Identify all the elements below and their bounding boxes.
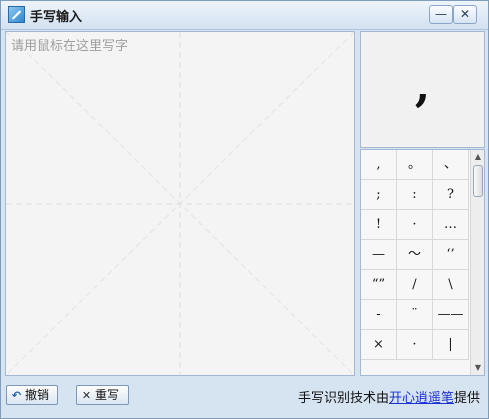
rewrite-label: 重写 bbox=[95, 388, 120, 402]
scroll-thumb[interactable] bbox=[473, 165, 483, 197]
candidate-cell[interactable]: —— bbox=[433, 300, 469, 330]
candidate-cell[interactable]: … bbox=[433, 210, 469, 240]
candidate-cell[interactable]: · bbox=[397, 210, 433, 240]
credit-text: 手写识别技术由开心逍遥笔提供 bbox=[298, 387, 480, 406]
scroll-up-arrow-icon[interactable]: ▲ bbox=[471, 150, 484, 164]
candidate-cell[interactable]: - bbox=[361, 300, 397, 330]
clear-x-icon: ✕ bbox=[81, 389, 92, 402]
canvas-guide-lines bbox=[6, 32, 354, 375]
minimize-button[interactable]: — bbox=[429, 5, 453, 24]
candidate-cell[interactable]: × bbox=[361, 330, 397, 360]
candidate-cell[interactable]: ; bbox=[361, 180, 397, 210]
handwriting-canvas[interactable]: 请用鼠标在这里写字 bbox=[5, 31, 355, 376]
candidate-cell[interactable]: ～ bbox=[397, 240, 433, 270]
undo-label: 撤销 bbox=[25, 388, 50, 402]
pencil-app-icon bbox=[8, 6, 25, 23]
candidate-scrollbar[interactable]: ▲ ▼ bbox=[470, 150, 484, 375]
close-button[interactable]: ✕ bbox=[453, 5, 477, 24]
candidate-cell[interactable]: · bbox=[397, 330, 433, 360]
undo-button[interactable]: ↶ 撤销 bbox=[6, 385, 58, 405]
candidate-cell[interactable]: ! bbox=[361, 210, 397, 240]
undo-arrow-icon: ↶ bbox=[11, 389, 22, 402]
credit-link[interactable]: 开心逍遥笔 bbox=[389, 391, 454, 406]
candidate-cell[interactable]: — bbox=[361, 240, 397, 270]
credit-suffix: 提供 bbox=[453, 391, 480, 406]
candidate-cell[interactable]: 。 bbox=[397, 150, 433, 180]
window-title: 手写输入 bbox=[30, 10, 83, 25]
candidate-cell[interactable]: “” bbox=[361, 270, 397, 300]
candidate-cell[interactable]: / bbox=[397, 270, 433, 300]
candidate-cell[interactable]: ? bbox=[433, 180, 469, 210]
candidate-cell[interactable]: ‘’ bbox=[433, 240, 469, 270]
candidate-cell[interactable]: : bbox=[397, 180, 433, 210]
candidate-panel: ,。、;:?! ·… — ～ ‘’ “” / \ - ¨ —— × · | ▲ ▼ bbox=[360, 149, 485, 376]
candidate-cell[interactable]: \ bbox=[433, 270, 469, 300]
candidate-cell[interactable]: ¨ bbox=[397, 300, 433, 330]
title-bar[interactable]: 手写输入 — ✕ bbox=[1, 1, 488, 30]
preview-char: , bbox=[414, 61, 431, 112]
recognized-char-preview[interactable]: , bbox=[360, 31, 485, 148]
rewrite-button[interactable]: ✕ 重写 bbox=[76, 385, 129, 405]
candidate-cell[interactable]: , bbox=[361, 150, 397, 180]
canvas-hint-text: 请用鼠标在这里写字 bbox=[11, 39, 129, 54]
handwriting-input-window: 手写输入 — ✕ 请用鼠标在这里写字 , ,。、;:?! ·… — ～ ‘’ “” / \ - ¨… bbox=[0, 0, 489, 419]
candidate-cell[interactable]: 、 bbox=[433, 150, 469, 180]
credit-prefix: 手写识别技术由 bbox=[297, 391, 389, 406]
bottom-bar: ↶ 撤销 ✕ 重写 手写识别技术由开心逍遥笔提供 bbox=[1, 380, 488, 418]
scroll-down-arrow-icon[interactable]: ▼ bbox=[471, 361, 484, 375]
candidate-cell[interactable]: | bbox=[433, 330, 469, 360]
candidate-grid: ,。、;:?! ·… — ～ ‘’ “” / \ - ¨ —— × · | bbox=[361, 150, 469, 360]
